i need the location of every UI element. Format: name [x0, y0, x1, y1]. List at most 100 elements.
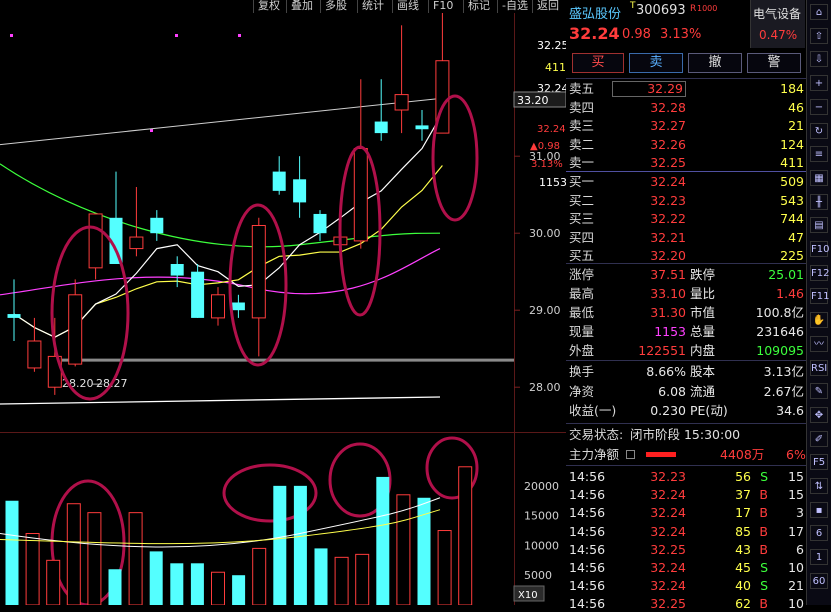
sell-button[interactable]: 卖: [629, 53, 683, 73]
rsi-icon[interactable]: RSI: [810, 359, 828, 376]
tick-time: 14:56: [569, 541, 606, 557]
candle-body-down: [374, 121, 388, 134]
main-flow-label: 主力净额: [569, 447, 620, 462]
buy-button[interactable]: 买: [572, 53, 624, 73]
sector-box[interactable]: 电气设备 0.47%: [750, 0, 805, 48]
tick-price: 32.24: [650, 505, 686, 521]
toolbar-item-8[interactable]: 返回: [532, 0, 563, 13]
home-icon[interactable]: ⌂: [810, 4, 828, 20]
toolbar-item-4[interactable]: 画线: [392, 0, 423, 13]
up-arrow-icon[interactable]: ⇧: [810, 27, 828, 44]
hand-icon[interactable]: ✋: [810, 312, 828, 329]
volume-bar-up: [66, 503, 81, 605]
bid-price[interactable]: 32.20: [650, 247, 686, 264]
tick-side: S: [760, 560, 768, 575]
candle-body-up: [394, 94, 409, 111]
bid-label: 买二: [569, 192, 595, 208]
stat-label: 现量: [569, 324, 595, 339]
candle-body-down: [272, 171, 286, 191]
fundamentals-row: 净资 6.08 流通 2.67亿: [566, 383, 806, 400]
move-icon[interactable]: ✥: [810, 406, 828, 423]
toolbar-item-2[interactable]: 多股: [320, 0, 351, 13]
stat-value: 25.01: [768, 267, 804, 282]
candle-body-up: [251, 225, 266, 319]
tick-time: 14:56: [569, 505, 606, 521]
f11-icon[interactable]: F11: [810, 288, 829, 305]
kline-icon[interactable]: ╫: [810, 193, 828, 210]
trade-status-row: 交易状态: 闭市阶段 15:30:00: [566, 426, 806, 443]
sixty-icon[interactable]: 60: [810, 572, 828, 589]
zoom-in-icon[interactable]: +: [810, 75, 828, 92]
main-flow-icon[interactable]: [626, 450, 635, 459]
volume-tick-label: 20000: [524, 480, 559, 493]
f10-icon[interactable]: F10: [810, 241, 829, 257]
toolbar-item-7[interactable]: -自选: [497, 0, 532, 13]
bid-row: 买三 32.22 744: [566, 210, 806, 227]
toolbar-item-1[interactable]: 叠加: [286, 0, 317, 13]
stat-label: 最低: [569, 305, 595, 320]
signal-dot: [10, 34, 13, 37]
stock-name[interactable]: 盛弘股份: [569, 3, 621, 22]
bid-price[interactable]: 32.21: [650, 229, 686, 246]
tick-volume: 37: [735, 487, 751, 503]
ma-icon[interactable]: 〰: [810, 335, 828, 352]
tick-price: 32.24: [650, 560, 686, 575]
bid-volume: 543: [780, 192, 804, 208]
axis-label-volume: 411: [545, 61, 566, 74]
alert-button[interactable]: 警: [747, 53, 801, 73]
ask-price[interactable]: 32.25: [650, 154, 686, 171]
volume-bar-down: [108, 569, 122, 605]
brush-icon[interactable]: ✎: [810, 383, 828, 400]
tick-row: 14:56 32.24 40 S 21: [566, 577, 806, 594]
f6-icon[interactable]: 6: [810, 525, 828, 542]
one-icon[interactable]: 1: [810, 549, 828, 566]
ask-volume: 21: [788, 118, 804, 133]
tick-volume: 85: [735, 523, 751, 539]
toolbar-item-3[interactable]: 统计: [357, 0, 388, 13]
tick-volume: 62: [735, 596, 751, 612]
main-flow-row[interactable]: 主力净额 4408万 6%: [566, 446, 806, 463]
kline-chart[interactable]: 28.20 28.27—32.2541132.2433.2032.24▲0.983…: [0, 13, 566, 605]
ask-volume: 46: [788, 99, 804, 115]
bid-label: 买一: [569, 174, 595, 189]
ask-price[interactable]: 32.29: [612, 81, 686, 97]
volume-bar-down: [149, 551, 163, 605]
price-tick-label: 29.00: [529, 304, 561, 317]
bid-price[interactable]: 32.23: [650, 192, 686, 209]
grid-icon[interactable]: ▦: [810, 169, 828, 186]
pen-icon[interactable]: ✐: [810, 430, 828, 447]
toolbar-item-6[interactable]: 标记: [463, 0, 494, 13]
list-icon[interactable]: ≡: [810, 146, 828, 163]
ask-price[interactable]: 32.26: [650, 136, 686, 153]
zoom-out-icon[interactable]: −: [810, 98, 828, 115]
fund-value: 34.6: [776, 403, 804, 418]
stat-label: 最高: [569, 286, 595, 301]
refresh-icon[interactable]: ↻: [810, 122, 828, 139]
candle-body-down: [415, 125, 429, 130]
tick-side: B: [759, 505, 768, 521]
tick-row: 14:56 32.23 56 S 15: [566, 468, 806, 485]
stock-tag-rank: 1000: [697, 4, 718, 13]
volume-tick-label: 15000: [524, 510, 559, 523]
bid-price[interactable]: 32.24: [650, 173, 686, 190]
tick-time: 14:56: [569, 487, 606, 503]
bid-price[interactable]: 32.22: [650, 210, 686, 227]
stat-value: 109095: [756, 343, 804, 358]
toolbar-item-5[interactable]: F10: [428, 0, 457, 13]
ask-price[interactable]: 32.27: [650, 117, 686, 134]
toolbar-item-0[interactable]: 复权: [253, 0, 284, 13]
tick-volume: 56: [735, 469, 751, 484]
cancel-order-button[interactable]: 撤: [688, 53, 742, 73]
stats-row: 外盘 122551 内盘 109095: [566, 342, 806, 359]
sort-icon[interactable]: ⇅: [810, 478, 828, 494]
table-icon[interactable]: ▤: [810, 217, 828, 234]
x10-icon[interactable]: ▪: [810, 501, 828, 518]
volume-bar-down: [314, 548, 328, 605]
f12-icon[interactable]: F12: [810, 264, 829, 281]
down-arrow-icon[interactable]: ⇩: [810, 51, 828, 68]
ask-price[interactable]: 32.28: [650, 99, 686, 116]
volume-bar-down: [232, 575, 246, 605]
stat-label: 内盘: [690, 343, 716, 358]
volume-bar-down: [293, 485, 307, 605]
f5-icon[interactable]: F5: [810, 454, 828, 471]
